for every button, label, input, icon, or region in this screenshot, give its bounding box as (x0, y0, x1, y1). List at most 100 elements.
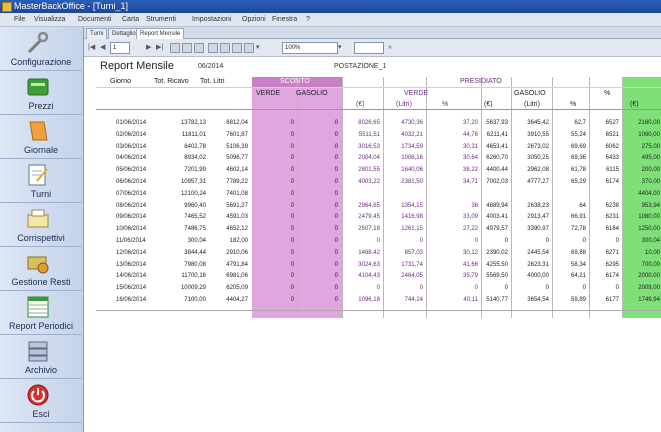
cell-gv: 4689,94 (486, 203, 508, 209)
column-separator (511, 77, 512, 318)
sidebar-item-label: Esci (32, 409, 50, 419)
cell-sc-v: 0 (290, 120, 294, 126)
cell-litri: 5106,39 (226, 144, 248, 150)
cell-sc-v: 0 (290, 214, 294, 220)
cell-vv: 2507,18 (358, 226, 380, 232)
header-giorno: Giorno (110, 78, 132, 85)
menu-help[interactable]: ? (306, 14, 310, 25)
cell-sc-v: 0 (290, 226, 294, 232)
cell-litri: 5691,27 (226, 203, 248, 209)
sidebar-item-prezzi[interactable]: Prezzi (0, 71, 82, 115)
cell-sc-g: 0 (334, 285, 338, 291)
cell-sc-v: 0 (290, 238, 294, 244)
cell-ricavo: 3844,44 (184, 250, 206, 256)
zoom-select[interactable]: 100% (282, 42, 338, 54)
menu-impostazioni[interactable]: Impostazioni (192, 14, 231, 25)
cell-vp: 44,76 (462, 132, 478, 138)
menu-documenti[interactable]: Documenti (78, 14, 111, 25)
find-input[interactable] (354, 42, 384, 54)
menu-file[interactable]: File (14, 14, 25, 25)
sidebar-item-report-periodici[interactable]: Report Periodici (0, 291, 82, 335)
cell-sc-v: 0 (290, 250, 294, 256)
cell-gl: 3645,42 (527, 120, 549, 126)
cell-gp: 65,29 (570, 179, 586, 185)
cell-gv: 5637,93 (486, 120, 508, 126)
sidebar-item-giornale[interactable]: Giornale (0, 115, 82, 159)
cell-sc-g: 0 (334, 191, 338, 197)
sidebar-item-corrispettivi[interactable]: Corrispettivi (0, 203, 82, 247)
cell-giorno: 06/06/2014 (116, 179, 147, 185)
cell-vv: 1468,42 (358, 250, 380, 256)
cell-gv: 0 (504, 285, 508, 291)
cell-vv: 1096,18 (358, 297, 380, 303)
menu-strumenti[interactable]: Strumenti (146, 14, 176, 25)
tab-report-mensile[interactable]: Report Mensile (136, 28, 185, 39)
price-tag-icon (27, 78, 49, 96)
cell-gp: 0 (582, 238, 586, 244)
last-page-icon[interactable]: ▶| (156, 43, 163, 52)
cell-vl: 0 (419, 285, 423, 291)
header-verde-litri: (Litri) (396, 101, 412, 108)
cell-sc-v: 0 (290, 132, 294, 138)
cell-ricavo: 7100,00 (184, 297, 206, 303)
report-period: 06/2014 (198, 63, 224, 70)
menu-carta[interactable]: Carta (122, 14, 139, 25)
cell-e: 1060,00 (638, 132, 660, 138)
cell-sc-g: 0 (334, 238, 338, 244)
page-number-input[interactable]: 1 (110, 42, 130, 54)
find-next-icon[interactable]: » (388, 43, 392, 52)
cell-vv: 4003,22 (358, 179, 380, 185)
cell-litri: 4791,84 (226, 262, 248, 268)
home-icon[interactable] (194, 43, 204, 53)
cell-gv: 5140,77 (486, 297, 508, 303)
cell-x: 6231 (605, 214, 619, 220)
cell-sc-g: 0 (334, 250, 338, 256)
cell-sc-g: 0 (334, 167, 338, 173)
power-icon (27, 384, 49, 406)
export-icon[interactable] (244, 43, 254, 53)
stop-icon[interactable] (170, 43, 180, 53)
tab-turni[interactable]: Turni (86, 28, 108, 39)
cell-e: 275,00 (641, 144, 660, 150)
header-gasolio-pct: % (570, 101, 577, 108)
sidebar-item-archivio[interactable]: Archivio (0, 335, 82, 379)
print-icon[interactable] (208, 43, 218, 53)
header-sconto: SCONTO (280, 78, 310, 85)
prev-page-icon[interactable]: ◀ (100, 43, 105, 52)
cell-gp: 59,89 (570, 297, 586, 303)
cash-icon (27, 256, 49, 274)
next-page-icon[interactable]: ▶ (146, 43, 151, 52)
cell-e: 1080,00 (638, 214, 660, 220)
menu-opzioni[interactable]: Opzioni (242, 14, 266, 25)
cell-gl: 3910,55 (527, 132, 549, 138)
cell-giorno: 07/06/2014 (116, 191, 147, 197)
cell-giorno: 14/06/2014 (116, 273, 147, 279)
tab-dettaglio[interactable]: Dettaglio (108, 28, 140, 39)
cell-vp: 30,31 (462, 144, 478, 150)
sidebar-item-turni[interactable]: Turni (0, 159, 82, 203)
sidebar-item-configurazione[interactable]: Configurazione (0, 27, 82, 71)
sidebar-item-gestione-resti[interactable]: Gestione Resti (0, 247, 82, 291)
cell-litri: 4591,03 (226, 214, 248, 220)
cell-sc-g: 0 (334, 214, 338, 220)
cell-vv: 3024,63 (358, 262, 380, 268)
refresh-icon[interactable] (182, 43, 192, 53)
menu-visualizza[interactable]: Visualizza (34, 14, 65, 25)
export-dropdown-icon[interactable]: ▾ (256, 43, 260, 52)
first-page-icon[interactable]: |◀ (88, 43, 95, 52)
menu-finestra[interactable]: Finestra (272, 14, 297, 25)
cell-giorno: 05/06/2014 (116, 167, 147, 173)
cell-vv: 3016,53 (358, 144, 380, 150)
sidebar-item-esci[interactable]: Esci (0, 379, 82, 423)
window-title: MasterBackOffice - [Turni_1] (14, 1, 129, 11)
zoom-dropdown-icon[interactable]: ▾ (338, 43, 342, 52)
cell-vp: 30,64 (462, 155, 478, 161)
layout-icon[interactable] (220, 43, 230, 53)
cell-sc-g: 0 (334, 273, 338, 279)
cell-e: 2009,00 (638, 285, 660, 291)
page-setup-icon[interactable] (232, 43, 242, 53)
cell-gp: 69,36 (570, 155, 586, 161)
cell-sc-v: 0 (290, 144, 294, 150)
cell-x: 6177 (605, 297, 619, 303)
report-toolbar: |◀ ◀ 1 ▶ ▶| ▾ 100% ▾ » (84, 39, 661, 57)
